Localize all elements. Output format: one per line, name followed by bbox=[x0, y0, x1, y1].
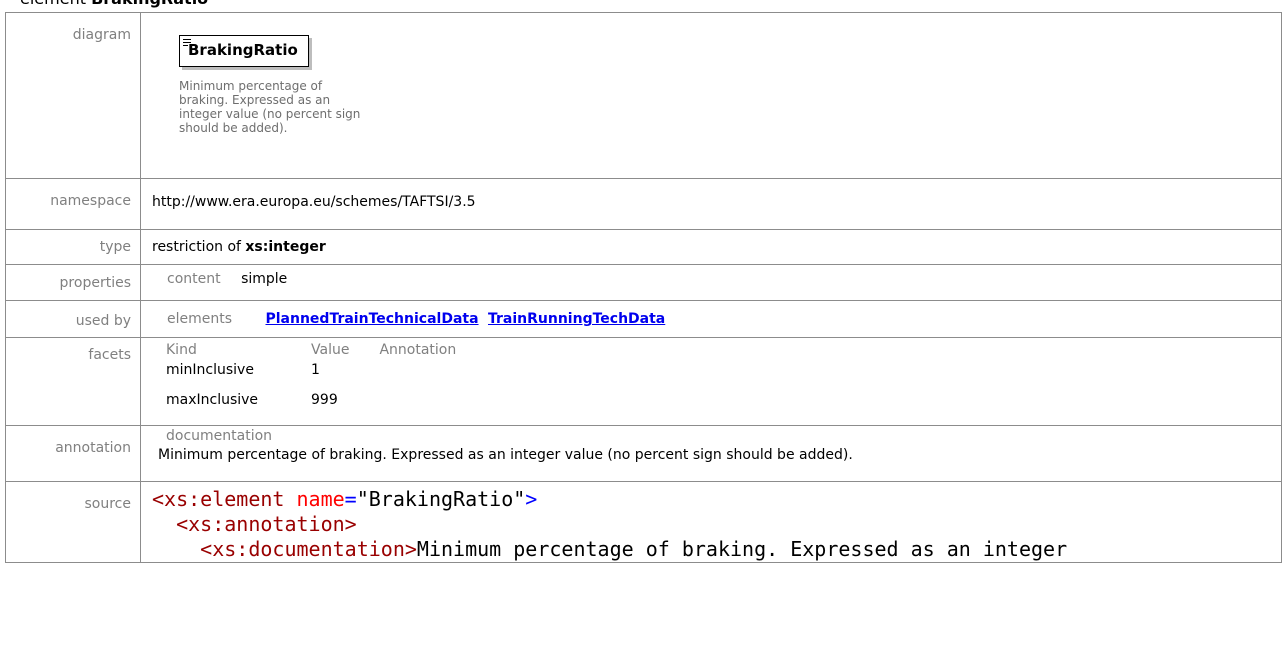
annotation-row: annotation documentation Minimum percent… bbox=[5, 425, 1282, 482]
diagram-label: diagram bbox=[72, 27, 131, 43]
link-planned-train-technical-data[interactable]: PlannedTrainTechnicalData bbox=[265, 311, 478, 327]
used-by-label: used by bbox=[75, 313, 131, 329]
used-by-key: elements bbox=[167, 311, 233, 327]
heading-element-name: BrakingRatio bbox=[91, 0, 208, 8]
facets-header-value: Value bbox=[311, 342, 350, 358]
facets-label: facets bbox=[88, 347, 131, 363]
properties-value: simple bbox=[241, 271, 288, 287]
type-base: xs:integer bbox=[245, 239, 326, 255]
source-code: <xs:element name="BrakingRatio"> <xs:ann… bbox=[152, 487, 1068, 561]
facet-value: 1 bbox=[311, 362, 320, 378]
properties-key: content bbox=[167, 271, 221, 287]
element-content-icon bbox=[183, 39, 191, 48]
heading-prefix: element bbox=[20, 0, 86, 8]
type-label: type bbox=[99, 239, 131, 255]
source-tag: <xs:element bbox=[152, 487, 285, 511]
facet-row: minInclusive 1 bbox=[166, 358, 486, 378]
annotation-label: annotation bbox=[55, 440, 131, 456]
facets-header-annotation: Annotation bbox=[379, 342, 457, 358]
source-attr-value: "BrakingRatio" bbox=[356, 487, 526, 511]
diagram-row: diagram BrakingRatio Minimum percentage … bbox=[5, 12, 1282, 179]
namespace-row: namespace http://www.era.europa.eu/schem… bbox=[5, 178, 1282, 230]
diagram-box-title: BrakingRatio bbox=[188, 41, 298, 59]
type-row: type restriction of xs:integer bbox=[5, 229, 1282, 265]
facets-header-row: Kind Value Annotation bbox=[166, 342, 486, 358]
element-properties-table: diagram BrakingRatio Minimum percentage … bbox=[5, 12, 1282, 563]
annotation-text: Minimum percentage of braking. Expressed… bbox=[158, 447, 853, 463]
used-by-row: used by elements PlannedTrainTechnicalDa… bbox=[5, 300, 1282, 338]
source-text: Minimum percentage of braking. Expressed… bbox=[416, 537, 1068, 561]
facet-kind: maxInclusive bbox=[166, 392, 259, 408]
facet-row: maxInclusive 999 bbox=[166, 378, 486, 408]
source-label: source bbox=[84, 496, 132, 512]
annotation-key: documentation bbox=[166, 428, 273, 444]
source-tag: <xs:documentation> bbox=[200, 537, 417, 561]
facet-value: 999 bbox=[311, 392, 338, 408]
facet-kind: minInclusive bbox=[166, 362, 254, 378]
page-heading: element BrakingRatio bbox=[20, 0, 208, 8]
namespace-label: namespace bbox=[50, 193, 131, 209]
diagram-documentation: Minimum percentage of braking. Expressed… bbox=[179, 79, 361, 135]
element-diagram-box[interactable]: BrakingRatio bbox=[179, 35, 309, 67]
facets-table: Kind Value Annotation minInclusive 1 max… bbox=[166, 342, 486, 408]
properties-row: properties content simple bbox=[5, 264, 1282, 301]
link-train-running-tech-data[interactable]: TrainRunningTechData bbox=[488, 311, 665, 327]
type-prefix: restriction of bbox=[152, 239, 241, 255]
source-tag: <xs:annotation> bbox=[176, 512, 357, 536]
source-attr: name bbox=[296, 487, 345, 511]
facets-header-kind: Kind bbox=[166, 342, 197, 358]
facets-row: facets Kind Value Annotation minInclusiv… bbox=[5, 337, 1282, 426]
properties-label: properties bbox=[59, 275, 131, 291]
namespace-value: http://www.era.europa.eu/schemes/TAFTSI/… bbox=[152, 194, 476, 210]
source-row: source <xs:element name="BrakingRatio"> … bbox=[5, 481, 1282, 563]
